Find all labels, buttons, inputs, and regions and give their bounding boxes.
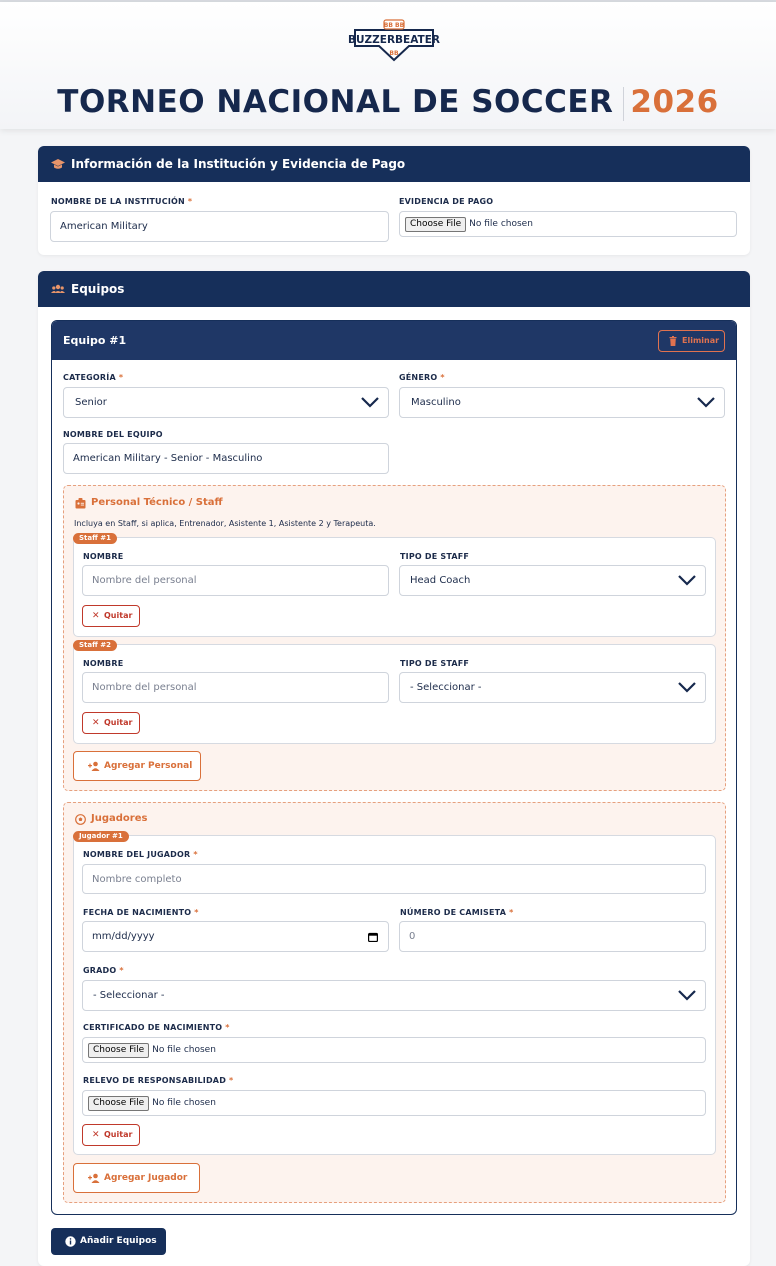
staff-type-label: TIPO DE STAFF [400,659,470,668]
staff-type-select[interactable]: Head Coach [399,565,706,596]
player-badge: Jugador #1 [73,831,129,842]
users-icon [51,284,65,293]
staff-badge: Staff #1 [73,533,117,544]
svg-text:BB: BB [389,50,399,57]
category-select[interactable]: Senior [63,387,389,418]
staff-name-label: NOMBRE [83,552,124,561]
chevron-down-icon [678,682,696,693]
waiver-label: RELEVO DE RESPONSABILIDAD * [83,1076,234,1085]
chevron-down-icon [678,575,696,586]
graduation-cap-icon [51,159,65,169]
team-block: Equipo #1 Eliminar CATEGORÍA * Senior GÉN… [51,320,737,1215]
waiver-file-input[interactable]: Choose File No file chosen [82,1090,706,1116]
payment-evidence-label: EVIDENCIA DE PAGO [399,197,494,206]
team-name-label: NOMBRE DEL EQUIPO [63,430,163,439]
birth-certificate-file-input[interactable]: Choose File No file chosen [82,1037,706,1063]
title-year: 2026 [630,84,719,120]
user-plus-icon [88,1173,100,1183]
player-item: NOMBRE DEL JUGADOR * Nombre completo FECH… [73,835,716,1155]
teams-card-header: Equipos [38,271,750,307]
birth-date-input[interactable]: mm/dd/yyyy [82,921,389,952]
remove-staff-button[interactable]: ✕ Quitar [82,605,140,627]
institution-card: Información de la Institución y Evidenci… [38,146,750,255]
id-badge-icon [75,498,86,509]
add-teams-button[interactable]: Añadir Equipos [51,1228,166,1255]
shirt-number-input[interactable]: 0 [399,921,706,952]
players-section-title: Jugadores [75,813,147,825]
choose-file-button[interactable]: Choose File [405,216,467,232]
birth-date-label: FECHA DE NACIMIENTO * [83,908,199,917]
choose-file-button[interactable]: Choose File [88,1095,150,1111]
user-plus-icon [88,761,100,771]
gender-label: GÉNERO * [399,373,445,382]
team-name-input[interactable]: American Military - Senior - Masculino [63,443,389,474]
grade-select[interactable]: - Seleccionar - [82,980,706,1011]
svg-text:BB BB: BB BB [384,22,405,29]
chevron-down-icon [361,397,379,408]
staff-name-input[interactable]: Nombre del personal [82,672,389,703]
team-header: Equipo #1 Eliminar [52,321,736,360]
close-icon: ✕ [92,611,100,621]
staff-section-title: Personal Técnico / Staff [75,497,223,509]
calendar-icon[interactable] [368,932,378,942]
chevron-down-icon [697,397,715,408]
close-icon: ✕ [92,1130,100,1140]
staff-section: Personal Técnico / Staff Incluya en Staf… [63,485,726,791]
page-header: BB BB BUZZERBEATER BB TORNEO NACIONAL DE… [0,2,776,129]
chevron-down-icon [678,990,696,1001]
staff-item: NOMBRE Nombre del personal TIPO DE STAFF… [73,537,716,637]
player-name-input[interactable]: Nombre completo [82,864,706,894]
staff-badge: Staff #2 [73,640,117,651]
choose-file-button[interactable]: Choose File [88,1042,150,1058]
players-section: Jugadores NOMBRE DEL JUGADOR * Nombre com… [63,802,726,1203]
staff-name-input[interactable]: Nombre del personal [82,565,389,596]
staff-type-select[interactable]: - Seleccionar - [399,672,706,703]
gender-select[interactable]: Masculino [399,387,725,418]
shirt-number-label: NÚMERO DE CAMISETA * [400,908,514,917]
institution-name-label: NOMBRE DE LA INSTITUCIÓN * [51,197,193,206]
remove-player-button[interactable]: ✕ Quitar [82,1124,140,1146]
close-icon: ✕ [92,718,100,728]
team-title: Equipo #1 [63,334,127,347]
add-staff-button[interactable]: Agregar Personal [73,751,201,781]
trash-icon [669,336,677,346]
birth-certificate-label: CERTIFICADO DE NACIMIENTO * [83,1023,230,1032]
page-title: TORNEO NACIONAL DE SOCCER 2026 [57,84,719,121]
logo-wordmark: BUZZERBEATER [348,34,440,46]
staff-type-label: TIPO DE STAFF [400,552,470,561]
payment-evidence-file-input[interactable]: Choose File No file chosen [399,211,737,237]
institution-card-header: Información de la Institución y Evidenci… [38,146,750,182]
soccer-ball-icon [75,814,86,825]
player-name-label: NOMBRE DEL JUGADOR * [83,850,198,859]
staff-item: NOMBRE Nombre del personal TIPO DE STAFF… [73,644,716,744]
remove-staff-button[interactable]: ✕ Quitar [82,712,140,734]
info-icon [65,1236,76,1247]
add-player-button[interactable]: Agregar Jugador [73,1163,200,1193]
delete-team-button[interactable]: Eliminar [658,330,725,352]
grade-label: GRADO * [83,966,124,975]
institution-name-input[interactable]: American Military [50,211,389,242]
buzzerbeater-logo: BB BB BUZZERBEATER BB [348,19,440,62]
staff-name-label: NOMBRE [83,659,124,668]
category-label: CATEGORÍA * [63,373,124,382]
staff-note: Incluya en Staff, si aplica, Entrenador,… [74,519,376,528]
